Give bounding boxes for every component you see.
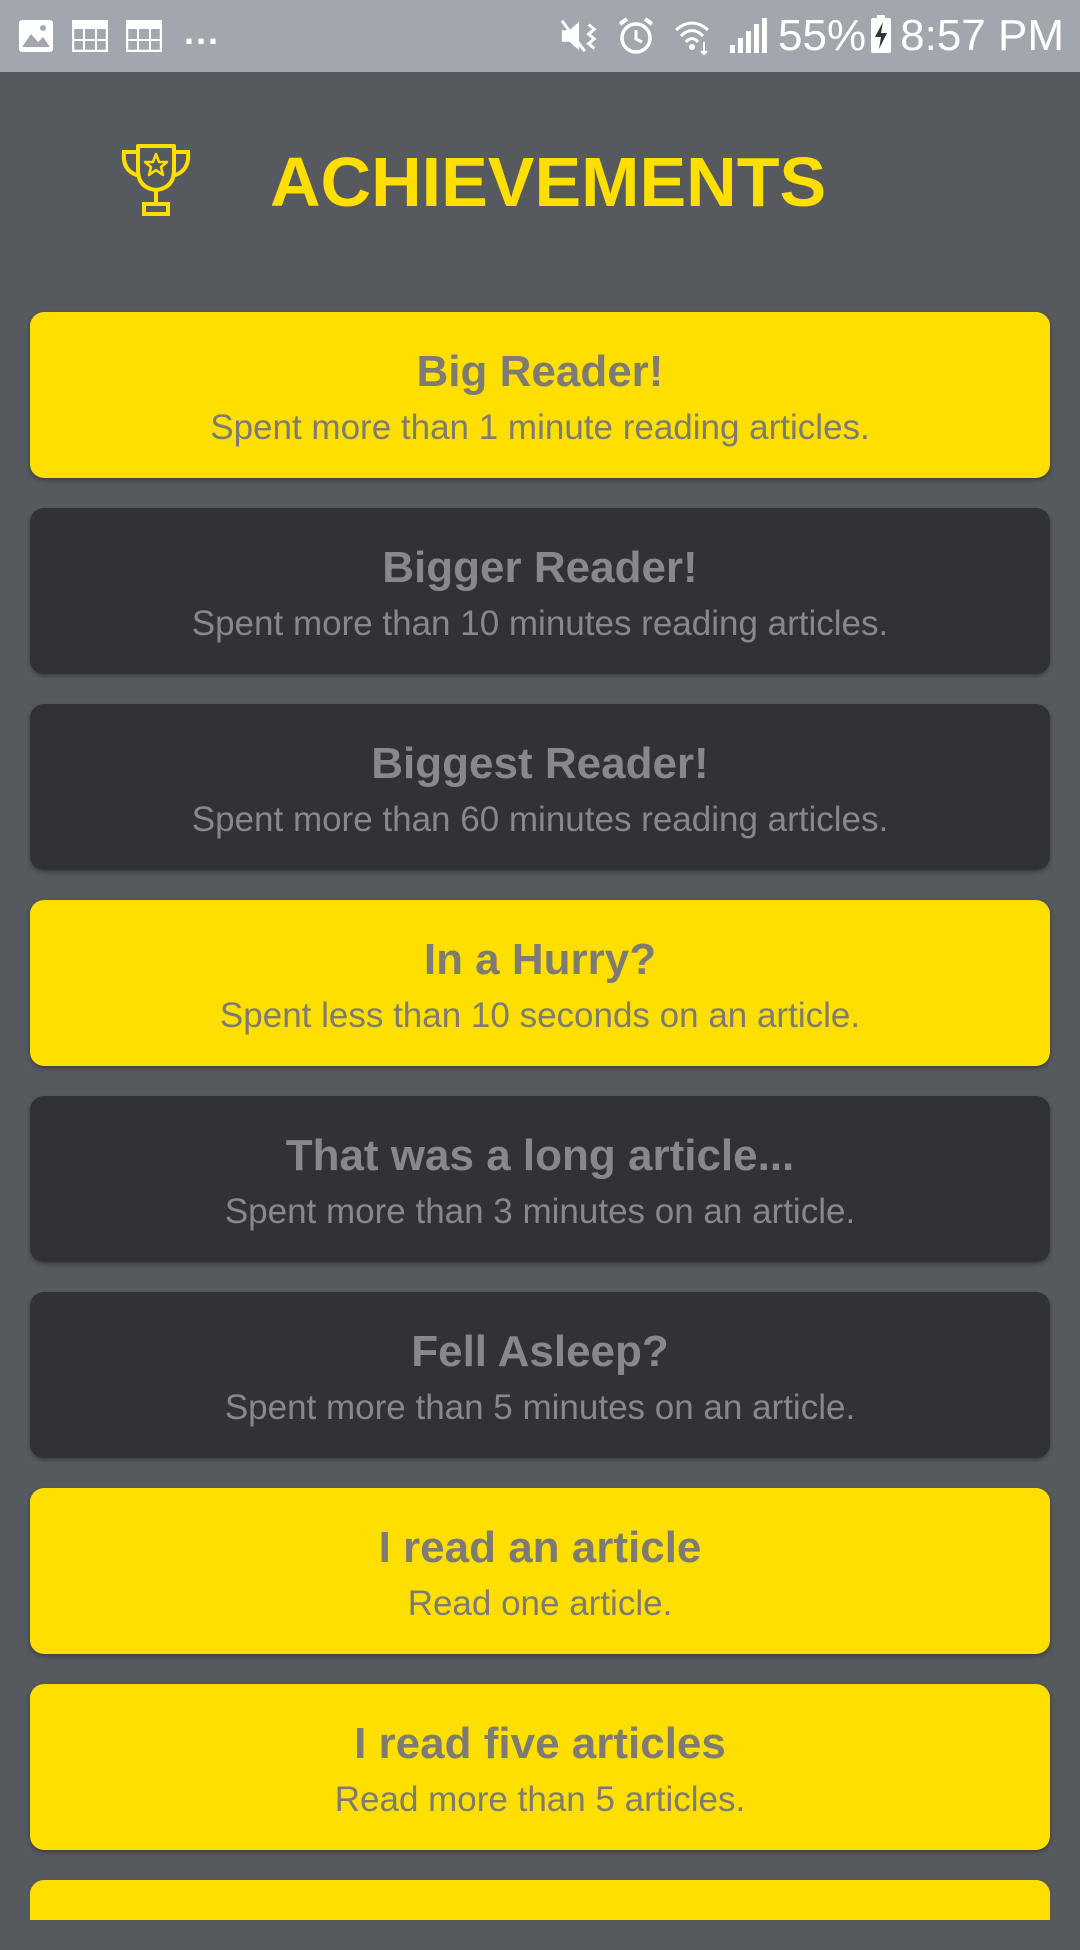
calendar-notification-icon [70, 16, 110, 56]
achievement-card[interactable]: That was a long article... Spent more th… [30, 1096, 1050, 1262]
achievement-description: Spent less than 10 seconds on an article… [219, 996, 861, 1035]
wifi-icon [672, 16, 712, 56]
achievement-title: Big Reader! [416, 347, 664, 396]
more-notifications-indicator: ... [184, 11, 221, 52]
cellular-signal-icon [728, 16, 768, 56]
achievement-description: Spent more than 3 minutes on an article. [224, 1192, 856, 1231]
calendar-notification-icon [124, 16, 164, 56]
achievement-card[interactable]: Fell Asleep? Spent more than 5 minutes o… [30, 1292, 1050, 1458]
achievement-description: Spent more than 10 minutes reading artic… [191, 604, 889, 643]
achievement-description: Spent more than 1 minute reading article… [210, 408, 870, 447]
battery-charging-icon [870, 14, 892, 59]
achievements-list: Big Reader! Spent more than 1 minute rea… [30, 312, 1050, 1950]
achievement-card[interactable]: I read five articles Read more than 5 ar… [30, 1684, 1050, 1850]
battery-percent: 55% [778, 11, 867, 60]
status-bar-system: 55% 8:57 PM [554, 0, 1064, 72]
mute-vibrate-icon [560, 16, 600, 56]
alarm-icon [616, 16, 656, 56]
achievement-title: Fell Asleep? [411, 1327, 669, 1376]
achievement-title: I read five articles [354, 1719, 726, 1768]
achievement-title: That was a long article... [285, 1131, 795, 1180]
trophy-icon [118, 140, 194, 220]
achievement-description: Read one article. [407, 1584, 673, 1623]
achievement-card-partial[interactable] [30, 1880, 1050, 1920]
achievement-title: In a Hurry? [423, 935, 657, 984]
achievement-title: I read an article [378, 1523, 702, 1572]
clock: 8:57 PM [900, 11, 1064, 60]
achievement-description: Spent more than 5 minutes on an article. [224, 1388, 856, 1427]
achievement-card[interactable]: I read an article Read one article. [30, 1488, 1050, 1654]
achievement-description: Read more than 5 articles. [334, 1780, 746, 1819]
achievement-title: Biggest Reader! [371, 739, 709, 788]
achievement-card[interactable]: In a Hurry? Spent less than 10 seconds o… [30, 900, 1050, 1066]
achievement-description: Spent more than 60 minutes reading artic… [191, 800, 889, 839]
status-bar-notifications: ... [16, 12, 220, 56]
achievement-card[interactable]: Bigger Reader! Spent more than 10 minute… [30, 508, 1050, 674]
status-bar: ... 55% 8:57 PM [0, 0, 1080, 72]
page-title: ACHIEVEMENTS [270, 143, 827, 221]
image-notification-icon [16, 16, 56, 56]
page-header: ACHIEVEMENTS [0, 72, 1080, 292]
achievement-title: Bigger Reader! [382, 543, 698, 592]
achievement-card[interactable]: Big Reader! Spent more than 1 minute rea… [30, 312, 1050, 478]
achievement-card[interactable]: Biggest Reader! Spent more than 60 minut… [30, 704, 1050, 870]
